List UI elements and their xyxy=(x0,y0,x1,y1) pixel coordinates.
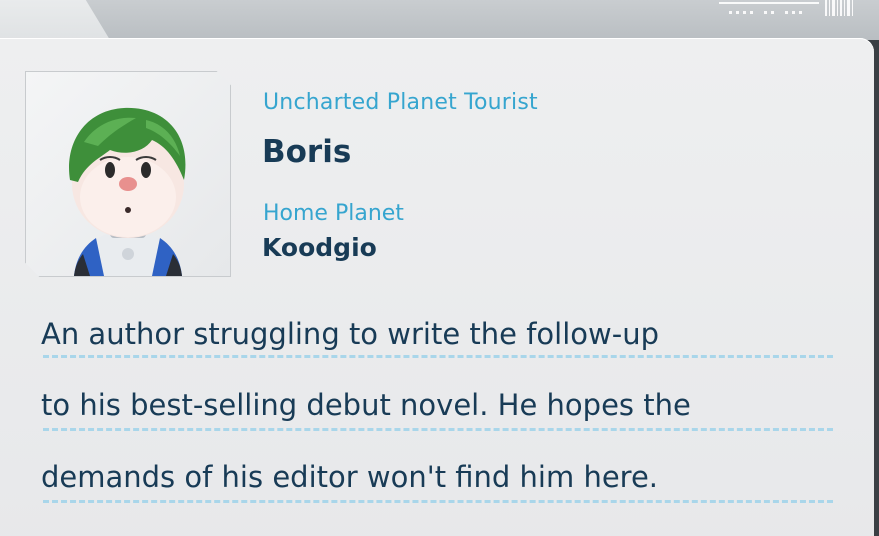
description-rule-3 xyxy=(43,500,833,503)
description-rule-2 xyxy=(43,428,833,431)
barcode-icon xyxy=(719,0,853,16)
description-line-2: to his best-selling debut novel. He hope… xyxy=(41,388,691,422)
description-rule-1 xyxy=(43,355,833,358)
character-portrait-icon xyxy=(69,107,186,276)
portrait-frame xyxy=(25,71,231,277)
description-line-1: An author struggling to write the follow… xyxy=(41,317,659,351)
character-name: Boris xyxy=(262,134,352,170)
role-label: Uncharted Planet Tourist xyxy=(263,90,538,115)
home-planet-value: Koodgio xyxy=(262,233,377,262)
description-line-3: demands of his editor won't find him her… xyxy=(41,460,659,494)
profile-screen: Uncharted Planet Tourist Boris Home Plan… xyxy=(0,0,879,536)
home-planet-label: Home Planet xyxy=(263,201,404,226)
